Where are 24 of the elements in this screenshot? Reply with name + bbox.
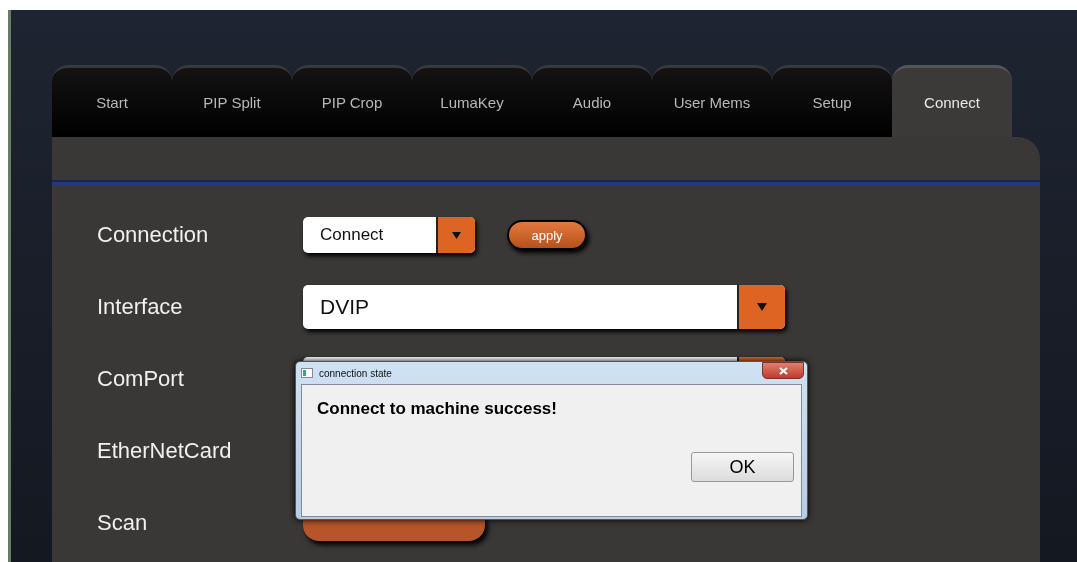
apply-button[interactable]: apply — [507, 220, 587, 250]
field-label: Interface — [97, 294, 184, 320]
dropdown[interactable]: DVIP — [303, 285, 785, 329]
window-icon — [301, 368, 313, 378]
caret-icon — [452, 231, 461, 239]
tab[interactable]: User Mems — [652, 65, 772, 137]
field-label: ComPort — [97, 366, 185, 392]
field-label: Scan — [97, 510, 149, 536]
connection-dropdown[interactable]: Connect — [303, 217, 475, 253]
field-label: Connection — [97, 222, 210, 248]
dialog-title: connection state — [319, 367, 392, 379]
dialog-message: Connect to machine success! — [317, 399, 557, 419]
tab[interactable]: Audio — [532, 65, 652, 137]
ok-button[interactable]: OK — [691, 452, 794, 482]
tab[interactable]: Start — [52, 65, 172, 137]
tab[interactable]: Setup — [772, 65, 892, 137]
close-button[interactable] — [762, 362, 804, 379]
tab[interactable]: PIP Split — [172, 65, 292, 137]
close-icon — [778, 366, 788, 375]
tab[interactable]: PIP Crop — [292, 65, 412, 137]
tab[interactable]: Connect — [892, 65, 1012, 137]
tab[interactable]: LumaKey — [412, 65, 532, 137]
caret-icon — [757, 303, 767, 311]
field-label: EtherNetCard — [97, 438, 233, 464]
